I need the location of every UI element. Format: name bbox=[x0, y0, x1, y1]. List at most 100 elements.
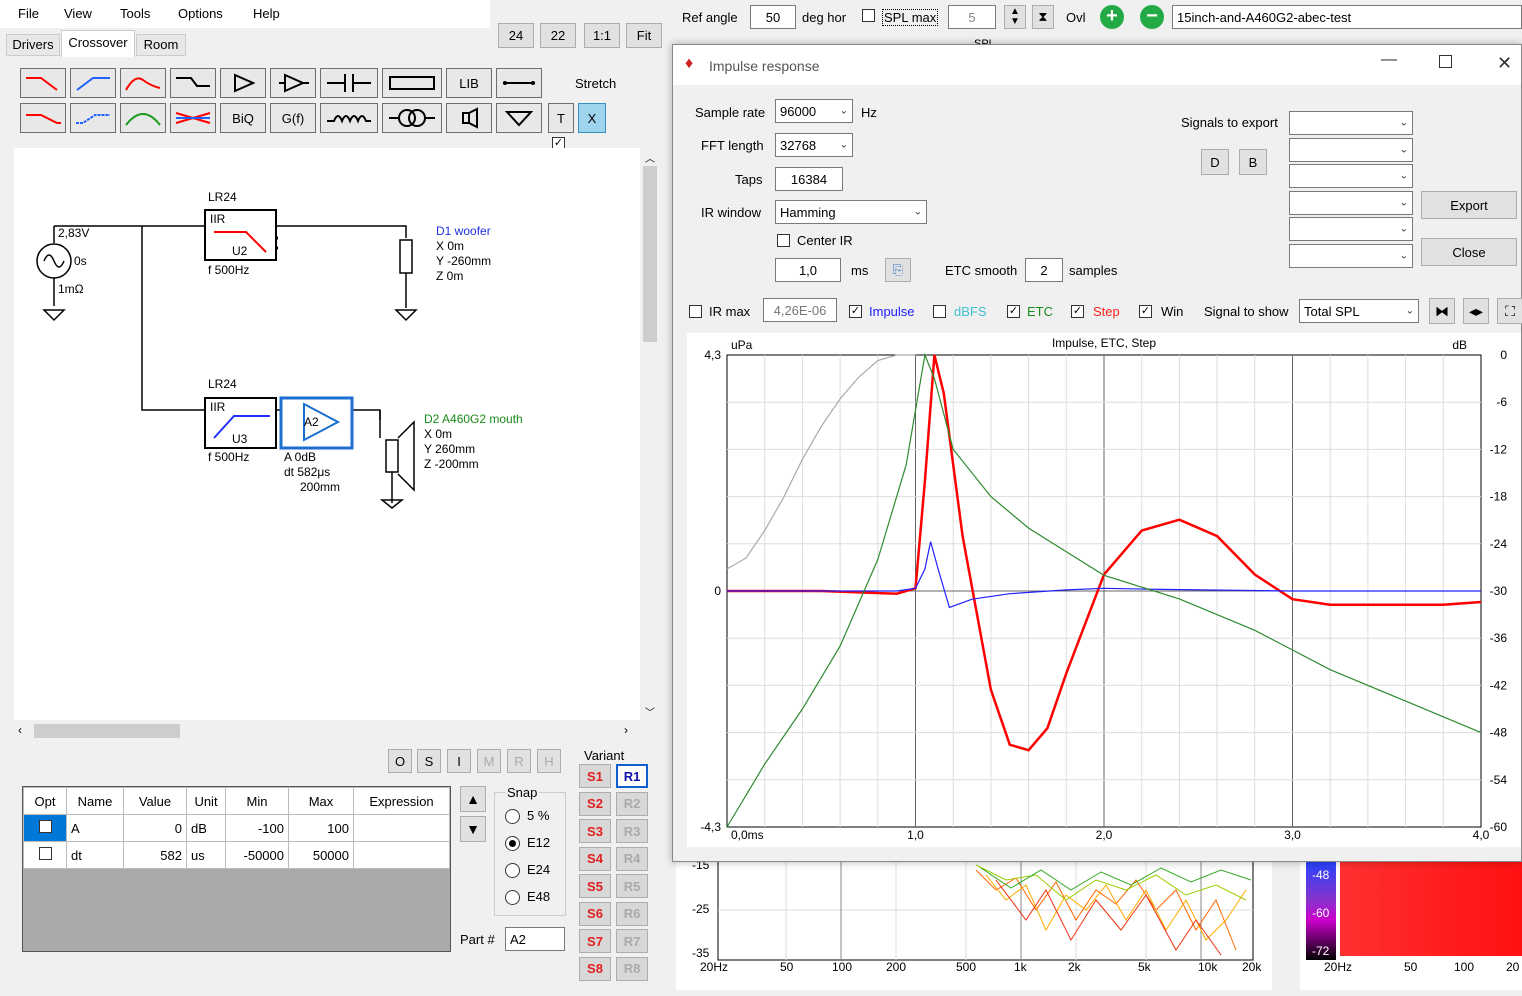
variant-r4-button[interactable]: R4 bbox=[616, 846, 648, 871]
snap-e24-radio[interactable] bbox=[505, 863, 520, 878]
d-button[interactable]: D bbox=[1201, 149, 1229, 175]
variant-s1-button[interactable]: S1 bbox=[579, 764, 611, 788]
variant-s8-button[interactable]: S8 bbox=[579, 956, 611, 981]
lib-button[interactable]: LIB bbox=[446, 68, 492, 98]
osi-button-s[interactable]: S bbox=[417, 749, 441, 773]
osi-button-m[interactable]: M bbox=[477, 749, 501, 773]
resistor-icon[interactable] bbox=[382, 68, 442, 98]
hourglass-button[interactable]: ⧗ bbox=[1032, 5, 1054, 29]
bandpass-green-icon[interactable] bbox=[120, 103, 166, 133]
schematic-hscroll[interactable]: ‹ › bbox=[14, 722, 640, 740]
export-button[interactable]: Export bbox=[1421, 191, 1517, 219]
fullscreen-icon[interactable]: ⛶ bbox=[1497, 298, 1522, 324]
export-signal-select[interactable]: ⌄ bbox=[1289, 190, 1413, 215]
opt-cell[interactable] bbox=[23, 841, 67, 869]
variant-s7-button[interactable]: S7 bbox=[579, 929, 611, 953]
ir-title-bar[interactable]: ♦ Impulse response — ✕ bbox=[673, 45, 1521, 85]
chevron-right-icon[interactable]: › bbox=[624, 723, 628, 737]
variant-r1-button[interactable]: R1 bbox=[616, 764, 648, 788]
opt-checkbox[interactable] bbox=[38, 820, 52, 833]
b-button[interactable]: B bbox=[1239, 149, 1267, 175]
menu-options[interactable]: Options bbox=[178, 6, 223, 21]
variant-r7-button[interactable]: R7 bbox=[616, 929, 648, 953]
spin-updown-button[interactable]: ▲ ▼ bbox=[1004, 5, 1026, 29]
ir-window-select[interactable]: Hamming ⌄ bbox=[775, 200, 927, 224]
variant-s5-button[interactable]: S5 bbox=[579, 874, 611, 898]
snap-5-radio[interactable] bbox=[505, 809, 520, 824]
sample-rate-select[interactable]: 96000 ⌄ bbox=[775, 99, 853, 123]
chevron-down-icon[interactable]: ﹀ bbox=[645, 704, 655, 719]
shelf-icon[interactable] bbox=[170, 68, 216, 98]
menu-help[interactable]: Help bbox=[253, 6, 280, 21]
zoom-out-x-icon[interactable]: ◂▸ bbox=[1463, 298, 1489, 324]
minus-icon[interactable]: − bbox=[1140, 5, 1164, 29]
tab-room[interactable]: Room bbox=[136, 34, 186, 56]
lowpass-red-icon[interactable] bbox=[20, 68, 66, 98]
min-cell[interactable]: -100 bbox=[225, 814, 289, 842]
tab-crossover[interactable]: Crossover bbox=[61, 30, 135, 57]
wire-icon[interactable] bbox=[496, 68, 542, 98]
expression-cell[interactable] bbox=[353, 814, 450, 842]
chevron-up-icon[interactable]: ︿ bbox=[645, 150, 655, 165]
min-cell[interactable]: -50000 bbox=[225, 841, 289, 869]
osi-button-r[interactable]: R bbox=[507, 749, 531, 773]
lowpass-red-2-icon[interactable] bbox=[20, 103, 66, 133]
variant-s3-button[interactable]: S3 bbox=[579, 819, 611, 843]
capacitor-icon[interactable] bbox=[320, 68, 378, 98]
delete-tool-button[interactable]: X bbox=[578, 103, 606, 133]
zoom-in-x-icon[interactable]: ⧓ bbox=[1429, 298, 1455, 324]
maximize-icon[interactable] bbox=[1439, 55, 1452, 68]
step-checkbox[interactable]: ✓ bbox=[1071, 305, 1084, 318]
schematic-vscroll[interactable]: ︿ ﹀ bbox=[641, 148, 659, 720]
variant-r6-button[interactable]: R6 bbox=[616, 901, 648, 926]
zoom-1-1-button[interactable]: 1:1 bbox=[584, 23, 620, 48]
zoom-24-button[interactable]: 24 bbox=[498, 23, 534, 48]
value-cell[interactable]: 0 bbox=[123, 814, 187, 842]
transformer-icon[interactable] bbox=[382, 103, 442, 133]
opt-cell[interactable] bbox=[23, 814, 67, 842]
name-cell[interactable]: A bbox=[66, 814, 124, 842]
variant-s2-button[interactable]: S2 bbox=[579, 791, 611, 816]
export-signal-select[interactable]: ⌄ bbox=[1289, 243, 1413, 268]
menu-view[interactable]: View bbox=[64, 6, 92, 21]
etc-smooth-input[interactable]: 2 bbox=[1025, 258, 1063, 282]
osi-button-h[interactable]: H bbox=[537, 749, 561, 773]
close-icon[interactable]: ✕ bbox=[1497, 53, 1512, 74]
win-checkbox[interactable]: ✓ bbox=[1139, 305, 1152, 318]
value-cell[interactable]: 582 bbox=[123, 841, 187, 869]
close-button[interactable]: Close bbox=[1421, 238, 1517, 266]
bandpass-red-icon[interactable] bbox=[120, 68, 166, 98]
max-cell[interactable]: 100 bbox=[288, 814, 354, 842]
ms-input[interactable]: 1,0 bbox=[775, 258, 841, 282]
name-cell[interactable]: dt bbox=[66, 841, 124, 869]
zoom-fit-button[interactable]: Fit bbox=[626, 23, 662, 48]
export-signal-select[interactable]: ⌄ bbox=[1289, 111, 1413, 135]
table-row[interactable]: dt 582 us -50000 50000 bbox=[23, 841, 450, 869]
highpass-blue-icon[interactable] bbox=[70, 68, 116, 98]
etc-checkbox[interactable]: ✓ bbox=[1007, 305, 1020, 318]
ir-max-value[interactable]: 4,26E-06 bbox=[763, 298, 837, 322]
move-down-button[interactable]: ▼ bbox=[460, 816, 486, 842]
hscroll-thumb[interactable] bbox=[34, 724, 180, 738]
opt-checkbox[interactable] bbox=[38, 847, 52, 860]
notch-icon[interactable] bbox=[170, 103, 216, 133]
variant-r3-button[interactable]: R3 bbox=[616, 819, 648, 843]
amplifier-icon[interactable] bbox=[220, 68, 266, 98]
copy-icon[interactable]: ⎘ bbox=[885, 258, 911, 282]
snap-e12-radio[interactable] bbox=[505, 836, 520, 851]
osi-button-i[interactable]: I bbox=[447, 749, 471, 773]
inductor-icon[interactable] bbox=[320, 103, 378, 133]
spl-max-checkbox[interactable] bbox=[862, 9, 875, 22]
max-cell[interactable]: 50000 bbox=[288, 841, 354, 869]
schematic-canvas[interactable]: 2,83V 0s 1mΩ LR24 IIR U2 f 500Hz LR24 II… bbox=[14, 148, 640, 720]
taps-input[interactable]: 16384 bbox=[775, 167, 843, 191]
variant-r2-button[interactable]: R2 bbox=[616, 791, 648, 816]
menu-file[interactable]: File bbox=[18, 6, 39, 21]
tab-drivers[interactable]: Drivers bbox=[6, 34, 60, 56]
ground-icon[interactable] bbox=[496, 103, 542, 133]
chevron-left-icon[interactable]: ‹ bbox=[18, 723, 22, 737]
move-up-button[interactable]: ▲ bbox=[460, 786, 486, 812]
text-tool-button[interactable]: T bbox=[548, 103, 574, 133]
table-row[interactable]: A 0 dB -100 100 bbox=[23, 814, 450, 842]
export-signal-select[interactable]: ⌄ bbox=[1289, 137, 1413, 162]
